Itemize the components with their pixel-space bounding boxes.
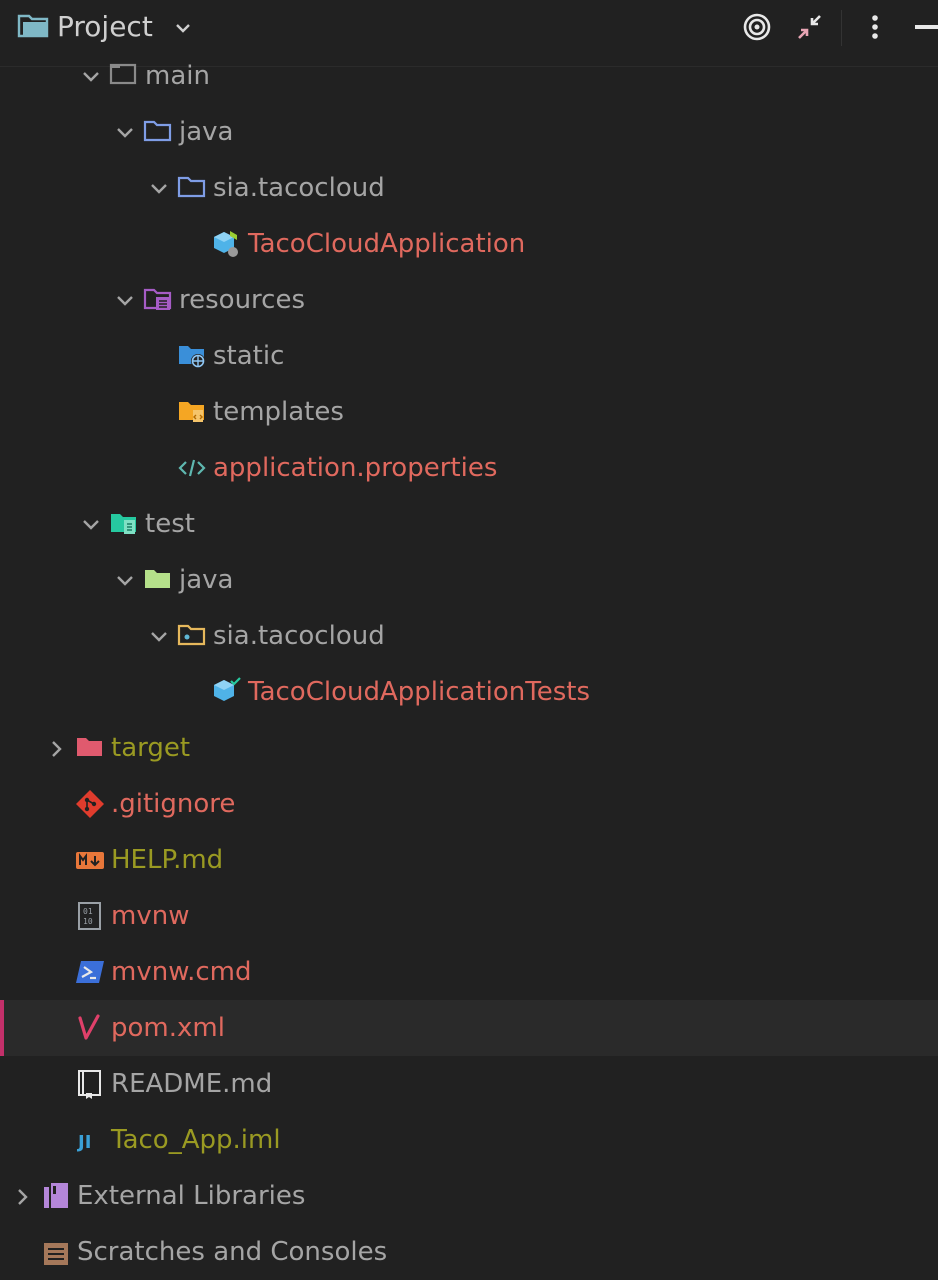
project-folder-icon <box>16 10 50 49</box>
locate-target-icon[interactable] <box>741 11 773 50</box>
svg-text:10: 10 <box>83 917 93 926</box>
tree-node-label: target <box>111 733 191 763</box>
tree-node-label: External Libraries <box>77 1181 306 1211</box>
templates-folder-icon <box>177 397 207 427</box>
tree-node-label: application.properties <box>213 453 498 483</box>
test-module-folder-icon <box>109 509 139 539</box>
excluded-folder-icon <box>75 733 105 763</box>
tree-node-label: mvnw <box>111 901 190 931</box>
chevron-down-icon[interactable] <box>114 569 136 591</box>
chevron-down-icon[interactable] <box>148 625 170 647</box>
maven-icon <box>75 1013 105 1043</box>
chevron-down-icon[interactable] <box>114 121 136 143</box>
toolbar-separator <box>841 10 842 46</box>
project-view-title[interactable]: Project <box>57 7 153 47</box>
chevron-right-icon[interactable] <box>12 1185 34 1207</box>
tree-node-mvnw[interactable]: 01 10 mvnw <box>0 888 938 944</box>
chevron-right-icon[interactable] <box>46 737 68 759</box>
svg-text:01: 01 <box>83 907 93 916</box>
tree-node-label: static <box>213 341 285 371</box>
tree-node-label: java <box>179 565 234 595</box>
test-package-icon <box>177 621 207 651</box>
module-folder-icon <box>109 61 139 91</box>
tree-node-label: main <box>145 61 210 91</box>
tree-node-label: TacoCloudApplicationTests <box>248 677 590 707</box>
spring-boot-class-icon <box>212 229 242 259</box>
chevron-down-icon[interactable] <box>148 177 170 199</box>
more-vertical-icon[interactable] <box>863 12 887 49</box>
tree-node-label: Taco_App.iml <box>111 1125 281 1155</box>
svg-text:JI: JI <box>76 1132 91 1153</box>
tree-node-main-package[interactable]: sia.tacocloud <box>0 160 938 216</box>
tree-node-scratches[interactable]: Scratches and Consoles <box>0 1224 938 1280</box>
intellij-module-icon: JI <box>75 1125 105 1155</box>
tree-node-label: test <box>145 509 195 539</box>
tree-node-test-java[interactable]: java <box>0 552 938 608</box>
tree-node-external-libraries[interactable]: External Libraries <box>0 1168 938 1224</box>
tree-node-templates[interactable]: templates <box>0 384 938 440</box>
tree-node-label: .gitignore <box>111 789 236 819</box>
tree-node-label: pom.xml <box>111 1013 225 1043</box>
tree-node-label: java <box>179 117 234 147</box>
tree-node-target[interactable]: target <box>0 720 938 776</box>
tree-node-label: README.md <box>111 1069 273 1099</box>
tree-node-app-properties[interactable]: application.properties <box>0 440 938 496</box>
tree-node-label: templates <box>213 397 344 427</box>
git-icon <box>75 789 105 819</box>
chevron-down-icon[interactable] <box>80 513 102 535</box>
chevron-down-icon[interactable] <box>114 289 136 311</box>
tree-node-main[interactable]: main <box>0 48 938 104</box>
binary-file-icon: 01 10 <box>75 901 105 931</box>
properties-file-icon <box>177 453 207 483</box>
resources-folder-icon <box>143 285 173 315</box>
tree-node-help-md[interactable]: HELP.md <box>0 832 938 888</box>
chevron-down-icon[interactable] <box>80 65 102 87</box>
tree-node-label: HELP.md <box>111 845 224 875</box>
tree-node-pom-xml[interactable]: pom.xml <box>0 1000 938 1056</box>
readme-book-icon <box>75 1069 105 1099</box>
tree-node-label: sia.tacocloud <box>213 621 385 651</box>
tree-node-label: resources <box>179 285 306 315</box>
tree-node-mvnw-cmd[interactable]: mvnw.cmd <box>0 944 938 1000</box>
tree-node-gitignore[interactable]: .gitignore <box>0 776 938 832</box>
scratches-icon <box>41 1237 71 1267</box>
minimize-icon[interactable] <box>915 25 938 29</box>
tree-node-iml[interactable]: JI Taco_App.iml <box>0 1112 938 1168</box>
collapse-all-icon[interactable] <box>795 12 825 49</box>
tree-node-label: TacoCloudApplication <box>248 229 526 259</box>
tree-node-test-class[interactable]: TacoCloudApplicationTests <box>0 664 938 720</box>
tree-node-readme[interactable]: README.md <box>0 1056 938 1112</box>
tree-node-static[interactable]: static <box>0 328 938 384</box>
tree-node-label: mvnw.cmd <box>111 957 252 987</box>
tree-node-main-java[interactable]: java <box>0 104 938 160</box>
web-folder-icon <box>177 341 207 371</box>
tree-node-test[interactable]: test <box>0 496 938 552</box>
source-folder-icon <box>143 117 173 147</box>
tree-node-label: Scratches and Consoles <box>77 1237 388 1267</box>
library-icon <box>41 1181 71 1211</box>
powershell-icon <box>75 957 105 987</box>
tree-node-test-package[interactable]: sia.tacocloud <box>0 608 938 664</box>
markdown-icon <box>75 845 105 875</box>
chevron-down-icon[interactable] <box>172 16 194 46</box>
tree-node-resources[interactable]: resources <box>0 272 938 328</box>
package-icon <box>177 173 207 203</box>
test-source-folder-icon <box>143 565 173 595</box>
test-class-icon <box>212 677 242 707</box>
tree-node-label: sia.tacocloud <box>213 173 385 203</box>
tree-node-app-class[interactable]: TacoCloudApplication <box>0 216 938 272</box>
